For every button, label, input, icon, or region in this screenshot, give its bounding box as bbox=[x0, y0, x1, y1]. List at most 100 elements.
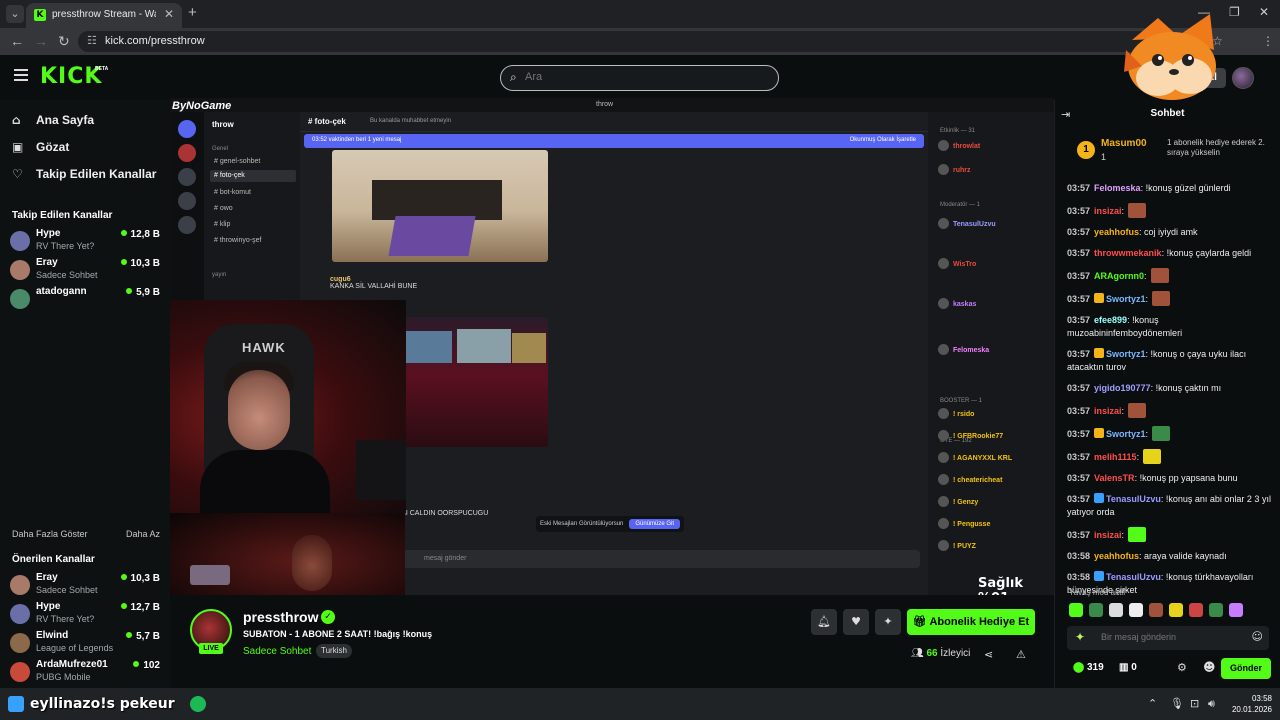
emote-icon[interactable] bbox=[1109, 603, 1123, 617]
extensions-icon[interactable]: ⧉ bbox=[1188, 34, 1197, 49]
nav-following[interactable]: ♡ Takip Edilen Kanallar bbox=[12, 167, 156, 181]
chat-settings-icon[interactable]: ⚙ bbox=[1177, 661, 1187, 674]
chat-username[interactable]: yeahhofus bbox=[1094, 551, 1139, 561]
sidebar-channel[interactable]: Hype RV There Yet? 12,8 B bbox=[10, 228, 162, 254]
nav-home[interactable]: ⌂ Ana Sayfa bbox=[12, 113, 94, 127]
start-icon[interactable] bbox=[8, 696, 24, 712]
kick-logo[interactable]: KICK bbox=[40, 64, 102, 89]
chat-username[interactable]: ARAgornn0 bbox=[1094, 271, 1144, 281]
sidebar-channel[interactable]: Eray Sadece Sohbet 10,3 B bbox=[10, 572, 162, 598]
chat-username[interactable]: insizai bbox=[1094, 530, 1122, 540]
chat-input[interactable] bbox=[1101, 632, 1241, 642]
chat-username[interactable]: Swortyz1 bbox=[1106, 429, 1146, 439]
sidebar-channel[interactable]: Hype RV There Yet? 12,7 B bbox=[10, 601, 162, 627]
chat-username[interactable]: efee899 bbox=[1094, 315, 1127, 325]
browser-menu-icon[interactable]: ⋮ bbox=[1262, 34, 1274, 48]
language-tag[interactable]: Turkish bbox=[316, 644, 352, 658]
chat-username[interactable]: throwwmekanik bbox=[1094, 248, 1162, 258]
report-icon[interactable]: ⚠ bbox=[1016, 648, 1026, 661]
chat-username[interactable]: Swortyz1 bbox=[1106, 349, 1146, 359]
tray-chevron-icon[interactable]: ⌃ bbox=[1148, 697, 1157, 710]
emote-icon[interactable] bbox=[1209, 603, 1223, 617]
spotify-icon[interactable] bbox=[190, 696, 206, 712]
user-avatar[interactable] bbox=[1232, 67, 1254, 89]
microphone-icon[interactable]: 🎙︎ bbox=[1170, 697, 1184, 710]
channel-item: # klip bbox=[214, 221, 231, 228]
bookmarks-icon[interactable]: ☆ bbox=[1212, 34, 1223, 48]
search-input[interactable] bbox=[525, 71, 765, 83]
browser-tab-bar: ⌄ K pressthrow Stream - Watch Live ✕ + —… bbox=[0, 0, 1280, 28]
site-info-icon[interactable]: ☷ bbox=[87, 34, 97, 47]
emote-icon[interactable] bbox=[1229, 603, 1243, 617]
gift-subscription-button[interactable]: 🎁︎ Abonelik Hediye Et bbox=[907, 609, 1035, 635]
forward-icon[interactable]: → bbox=[34, 33, 48, 49]
follow-heart-icon[interactable]: ♥ bbox=[843, 609, 869, 635]
show-more-link[interactable]: Daha Fazla Göster bbox=[12, 529, 88, 539]
notification-bell-icon[interactable]: 🔔︎ bbox=[811, 609, 837, 635]
chat-username[interactable]: melih1115 bbox=[1094, 452, 1137, 462]
chat-username[interactable]: TenasulUzvu bbox=[1106, 494, 1161, 504]
sidebar-channel[interactable]: ArdaMufreze01 PUBG Mobile 102 bbox=[10, 659, 162, 685]
emote-menu-icon[interactable]: ☻ bbox=[1203, 660, 1216, 674]
tab-close-icon[interactable]: ✕ bbox=[164, 7, 174, 21]
chat-username[interactable]: TenasulUzvu bbox=[1106, 572, 1161, 582]
chat-message: 03:57 yeahhofus: coj iyiydi amk bbox=[1067, 226, 1273, 239]
gift-count[interactable]: ▥ 0 bbox=[1119, 662, 1137, 673]
chat-username[interactable]: yeahhofus bbox=[1094, 227, 1139, 237]
emote-icon[interactable] bbox=[1169, 603, 1183, 617]
login-button[interactable]: Gir.. Al bbox=[1176, 68, 1226, 88]
emoji-icon[interactable]: ☺ bbox=[1252, 630, 1263, 643]
share-icon[interactable]: ⋖ bbox=[984, 648, 993, 661]
chat-username[interactable]: ValensTR bbox=[1094, 473, 1135, 483]
user-badge-icon bbox=[1094, 571, 1105, 581]
url-field[interactable]: ☷ kick.com/pressthrow bbox=[78, 31, 1168, 52]
viewer-count: 102 bbox=[133, 660, 160, 671]
nav-browse[interactable]: ▣ Gözat bbox=[12, 140, 69, 154]
reload-icon[interactable]: ↻ bbox=[58, 33, 70, 50]
video-player[interactable]: ByNoGame throw throw Genel # genel-sohbe… bbox=[170, 98, 1054, 595]
channel-points[interactable]: ⬤ 319 bbox=[1073, 662, 1104, 673]
message-text: : bbox=[1136, 452, 1140, 462]
chat-username[interactable]: Swortyz1 bbox=[1106, 294, 1146, 304]
chat-username[interactable]: yigido190777 bbox=[1094, 383, 1151, 393]
show-less-link[interactable]: Daha Az bbox=[126, 529, 160, 539]
member-avatar bbox=[938, 140, 949, 151]
volume-icon[interactable]: 🔊︎ bbox=[1208, 697, 1215, 711]
maximize-icon[interactable]: ❐ bbox=[1229, 5, 1240, 19]
emote-icon[interactable] bbox=[1089, 603, 1103, 617]
discord-member: ! PUYZ bbox=[938, 540, 1050, 554]
new-tab-icon[interactable]: + bbox=[188, 4, 197, 21]
tab-search-icon[interactable]: ⌄ bbox=[6, 5, 24, 23]
send-button[interactable]: Gönder bbox=[1221, 658, 1271, 679]
back-icon[interactable]: ← bbox=[10, 33, 24, 49]
sparkle-icon[interactable]: ✦ bbox=[875, 609, 901, 635]
discord-member: TenasulUzvu bbox=[938, 218, 1050, 232]
browser-tab[interactable]: K pressthrow Stream - Watch Live ✕ bbox=[26, 3, 182, 28]
chat-message: 03:57 melih1115: bbox=[1067, 449, 1273, 464]
menu-icon[interactable] bbox=[14, 69, 28, 84]
channel-name[interactable]: pressthrow bbox=[243, 609, 318, 625]
minimize-icon[interactable]: — bbox=[1198, 5, 1210, 19]
network-icon[interactable]: ⊡ bbox=[1190, 697, 1199, 710]
live-dot-icon bbox=[133, 661, 140, 667]
chat-username[interactable]: insizai bbox=[1094, 406, 1122, 416]
channel-item: # genel-sohbet bbox=[214, 158, 261, 165]
chat-username[interactable]: Felomeska bbox=[1094, 183, 1141, 193]
sidebar-channel[interactable]: Eray Sadece Sohbet 10,3 B bbox=[10, 257, 162, 283]
window-close-icon[interactable]: ✕ bbox=[1259, 5, 1269, 19]
stream-category[interactable]: Sadece Sohbet bbox=[243, 646, 311, 657]
leader-name[interactable]: Masum00 bbox=[1101, 138, 1147, 149]
emote-icon[interactable] bbox=[1149, 603, 1163, 617]
channel-group: Genel bbox=[212, 146, 229, 152]
member-avatar bbox=[938, 452, 949, 463]
sidebar-channel[interactable]: atadogann 5,9 B bbox=[10, 286, 162, 312]
emote-icon[interactable] bbox=[1189, 603, 1203, 617]
chat-input-box[interactable]: ✦ ☺ bbox=[1067, 626, 1269, 650]
message-time: 03:57 bbox=[1067, 227, 1091, 237]
emote-icon[interactable] bbox=[1129, 603, 1143, 617]
sidebar-channel[interactable]: Elwind League of Legends 5,7 B bbox=[10, 630, 162, 656]
emote-icon[interactable] bbox=[1069, 603, 1083, 617]
search-bar[interactable]: ⌕ bbox=[500, 65, 779, 91]
system-clock[interactable]: 03:58 20.01.2026 bbox=[1226, 693, 1272, 715]
chat-username[interactable]: insizai bbox=[1094, 206, 1122, 216]
